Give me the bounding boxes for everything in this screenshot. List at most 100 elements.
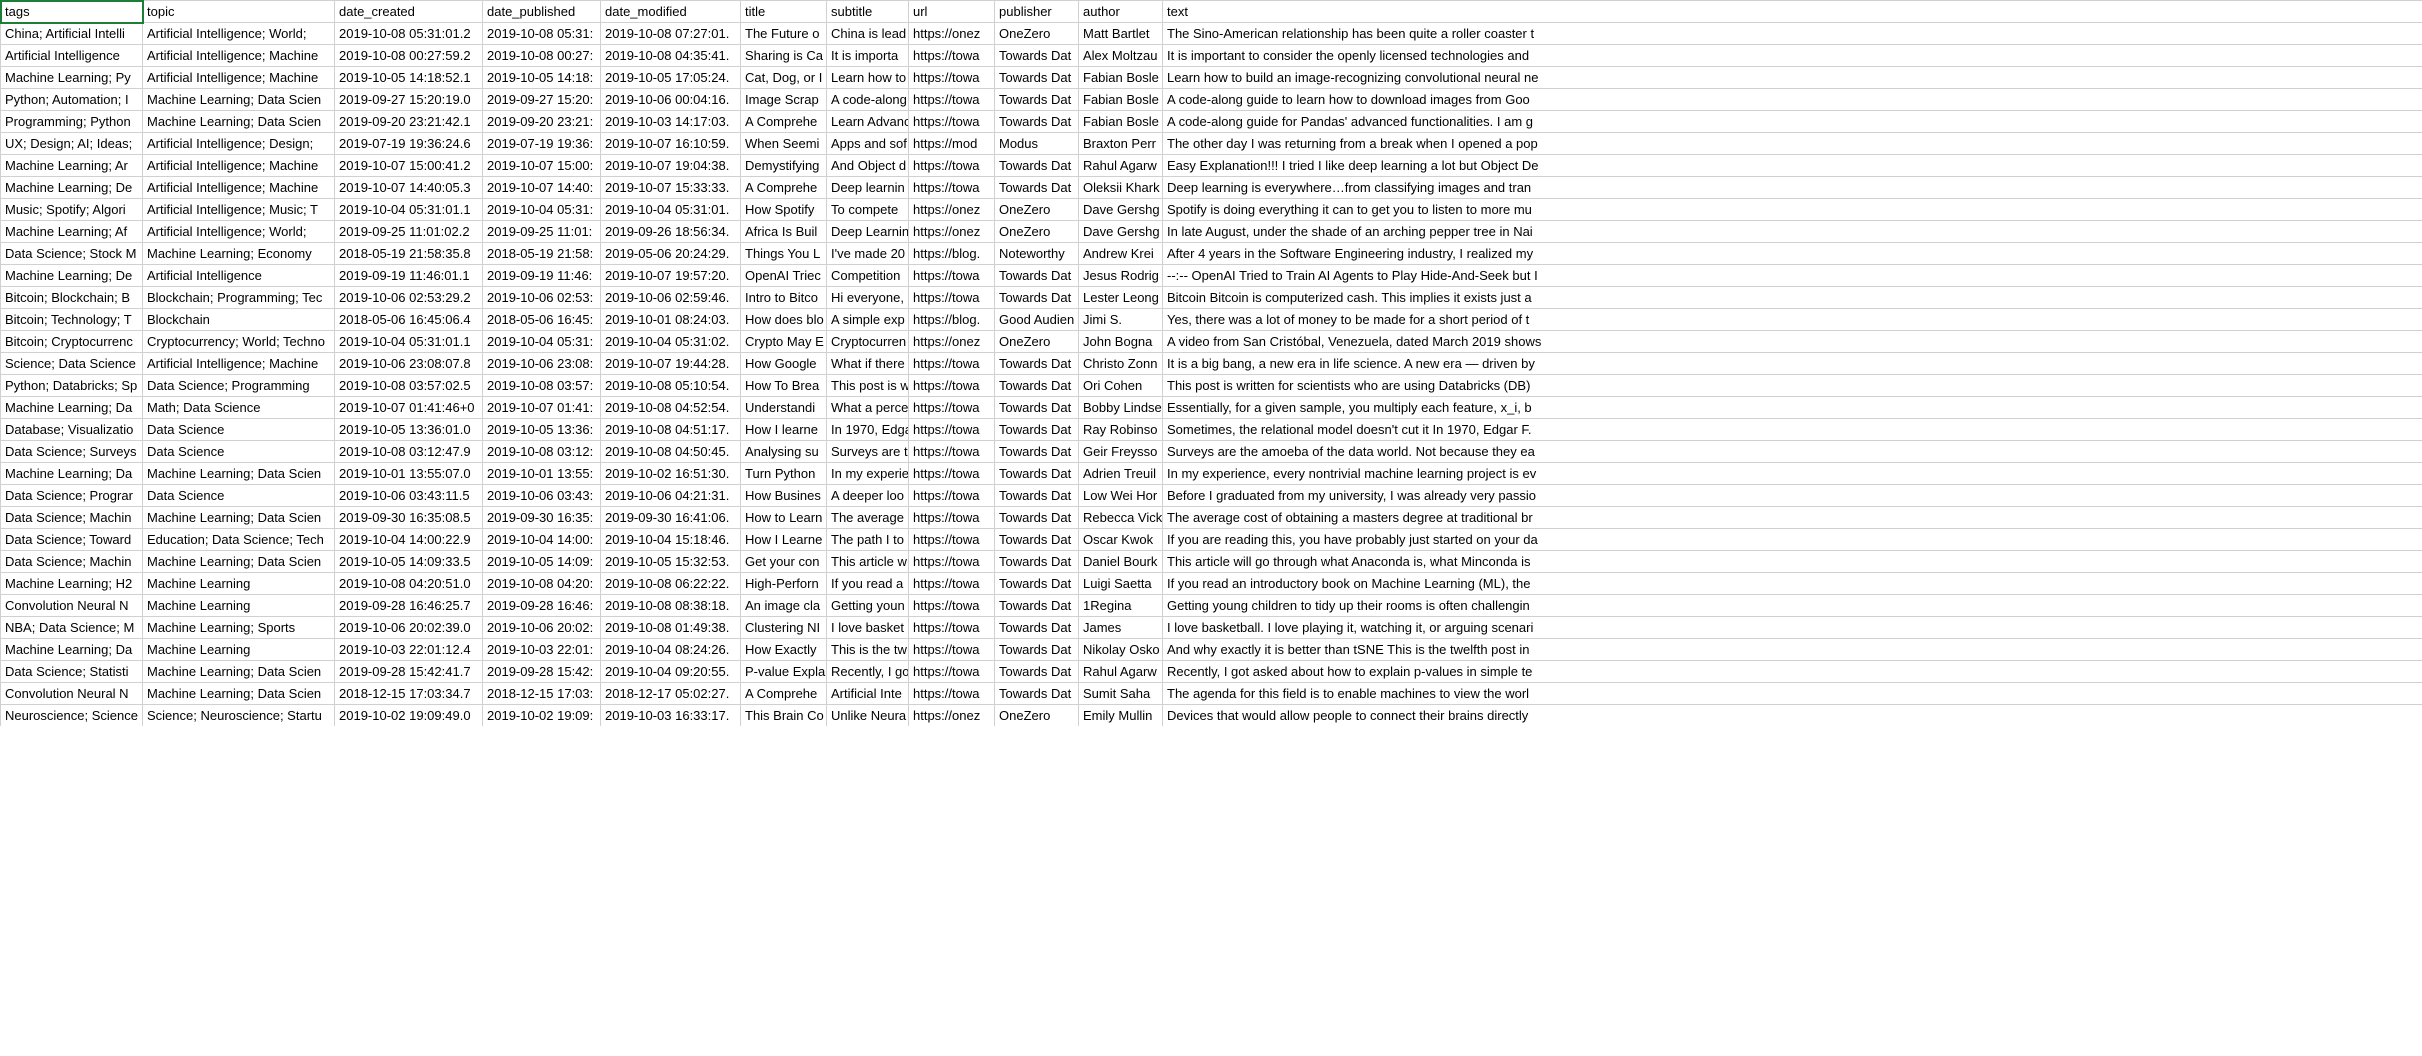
cell-tags[interactable]: Programming; Python <box>1 111 143 133</box>
cell-date_created[interactable]: 2019-10-06 03:43:11.5 <box>335 485 483 507</box>
cell-url[interactable]: https://blog. <box>909 309 995 331</box>
cell-url[interactable]: https://onez <box>909 23 995 45</box>
cell-text[interactable]: The average cost of obtaining a masters … <box>1163 507 2422 529</box>
cell-date_modified[interactable]: 2019-10-02 16:51:30. <box>601 463 741 485</box>
cell-author[interactable]: Luigi Saetta <box>1079 573 1163 595</box>
cell-tags[interactable]: Bitcoin; Technology; T <box>1 309 143 331</box>
cell-text[interactable]: Bitcoin Bitcoin is computerized cash. Th… <box>1163 287 2422 309</box>
cell-topic[interactable]: Machine Learning; Economy <box>143 243 335 265</box>
cell-text[interactable]: A code-along guide to learn how to downl… <box>1163 89 2422 111</box>
cell-text[interactable]: A video from San Cristóbal, Venezuela, d… <box>1163 331 2422 353</box>
cell-url[interactable]: https://towa <box>909 683 995 705</box>
cell-subtitle[interactable]: Hi everyone, <box>827 287 909 309</box>
cell-topic[interactable]: Data Science <box>143 441 335 463</box>
cell-date_published[interactable]: 2019-10-08 00:27: <box>483 45 601 67</box>
cell-tags[interactable]: Machine Learning; De <box>1 265 143 287</box>
header-author[interactable]: author <box>1079 1 1163 23</box>
cell-url[interactable]: https://towa <box>909 177 995 199</box>
cell-url[interactable]: https://towa <box>909 551 995 573</box>
cell-topic[interactable]: Machine Learning <box>143 573 335 595</box>
cell-text[interactable]: And why exactly it is better than tSNE T… <box>1163 639 2422 661</box>
cell-author[interactable]: Braxton Perr <box>1079 133 1163 155</box>
cell-publisher[interactable]: Towards Dat <box>995 463 1079 485</box>
cell-publisher[interactable]: Towards Dat <box>995 485 1079 507</box>
cell-text[interactable]: Easy Explanation!!! I tried I like deep … <box>1163 155 2422 177</box>
cell-date_created[interactable]: 2019-09-30 16:35:08.5 <box>335 507 483 529</box>
cell-title[interactable]: Cat, Dog, or I <box>741 67 827 89</box>
cell-date_published[interactable]: 2019-09-28 16:46: <box>483 595 601 617</box>
cell-publisher[interactable]: OneZero <box>995 221 1079 243</box>
cell-date_published[interactable]: 2019-10-07 15:00: <box>483 155 601 177</box>
cell-title[interactable]: How I learne <box>741 419 827 441</box>
cell-url[interactable]: https://towa <box>909 287 995 309</box>
cell-date_modified[interactable]: 2019-10-04 05:31:01. <box>601 199 741 221</box>
cell-text[interactable]: Devices that would allow people to conne… <box>1163 705 2422 727</box>
cell-subtitle[interactable]: Deep learnin <box>827 177 909 199</box>
cell-url[interactable]: https://blog. <box>909 243 995 265</box>
cell-date_published[interactable]: 2019-09-28 15:42: <box>483 661 601 683</box>
cell-date_published[interactable]: 2019-10-04 05:31: <box>483 199 601 221</box>
cell-tags[interactable]: Machine Learning; H2 <box>1 573 143 595</box>
cell-topic[interactable]: Artificial Intelligence; Machine <box>143 353 335 375</box>
cell-url[interactable]: https://towa <box>909 67 995 89</box>
cell-title[interactable]: Image Scrap <box>741 89 827 111</box>
cell-date_created[interactable]: 2019-10-08 04:20:51.0 <box>335 573 483 595</box>
cell-publisher[interactable]: Towards Dat <box>995 265 1079 287</box>
cell-date_published[interactable]: 2019-10-08 03:57: <box>483 375 601 397</box>
cell-title[interactable]: Africa Is Buil <box>741 221 827 243</box>
cell-date_created[interactable]: 2019-10-08 05:31:01.2 <box>335 23 483 45</box>
cell-date_published[interactable]: 2019-10-05 14:18: <box>483 67 601 89</box>
cell-date_published[interactable]: 2019-10-03 22:01: <box>483 639 601 661</box>
cell-date_modified[interactable]: 2019-10-04 08:24:26. <box>601 639 741 661</box>
cell-author[interactable]: Rahul Agarw <box>1079 661 1163 683</box>
cell-date_modified[interactable]: 2019-10-07 19:57:20. <box>601 265 741 287</box>
cell-tags[interactable]: Machine Learning; Py <box>1 67 143 89</box>
cell-author[interactable]: Jimi S. <box>1079 309 1163 331</box>
cell-date_created[interactable]: 2019-09-27 15:20:19.0 <box>335 89 483 111</box>
cell-subtitle[interactable]: Recently, I go <box>827 661 909 683</box>
cell-date_created[interactable]: 2019-10-07 01:41:46+0 <box>335 397 483 419</box>
cell-subtitle[interactable]: China is lead <box>827 23 909 45</box>
cell-subtitle[interactable]: I've made 20 <box>827 243 909 265</box>
cell-text[interactable]: Learn how to build an image-recognizing … <box>1163 67 2422 89</box>
cell-text[interactable]: It is important to consider the openly l… <box>1163 45 2422 67</box>
cell-date_modified[interactable]: 2019-09-26 18:56:34. <box>601 221 741 243</box>
cell-title[interactable]: Clustering NI <box>741 617 827 639</box>
cell-date_modified[interactable]: 2019-10-08 08:38:18. <box>601 595 741 617</box>
cell-author[interactable]: Sumit Saha <box>1079 683 1163 705</box>
cell-topic[interactable]: Data Science; Programming <box>143 375 335 397</box>
cell-publisher[interactable]: Towards Dat <box>995 375 1079 397</box>
cell-author[interactable]: Matt Bartlet <box>1079 23 1163 45</box>
cell-date_created[interactable]: 2019-10-08 00:27:59.2 <box>335 45 483 67</box>
cell-author[interactable]: Ray Robinso <box>1079 419 1163 441</box>
cell-url[interactable]: https://towa <box>909 375 995 397</box>
cell-date_published[interactable]: 2019-10-08 04:20: <box>483 573 601 595</box>
cell-date_published[interactable]: 2018-05-06 16:45: <box>483 309 601 331</box>
cell-publisher[interactable]: OneZero <box>995 705 1079 727</box>
cell-tags[interactable]: Machine Learning; Da <box>1 397 143 419</box>
cell-text[interactable]: In late August, under the shade of an ar… <box>1163 221 2422 243</box>
cell-topic[interactable]: Machine Learning; Data Scien <box>143 551 335 573</box>
cell-publisher[interactable]: OneZero <box>995 331 1079 353</box>
cell-topic[interactable]: Artificial Intelligence; Machine <box>143 45 335 67</box>
cell-title[interactable]: A Comprehe <box>741 683 827 705</box>
cell-author[interactable]: Rebecca Vick <box>1079 507 1163 529</box>
cell-subtitle[interactable]: If you read a <box>827 573 909 595</box>
cell-publisher[interactable]: Towards Dat <box>995 111 1079 133</box>
cell-text[interactable]: Spotify is doing everything it can to ge… <box>1163 199 2422 221</box>
cell-date_created[interactable]: 2019-09-28 15:42:41.7 <box>335 661 483 683</box>
cell-publisher[interactable]: Towards Dat <box>995 551 1079 573</box>
cell-tags[interactable]: UX; Design; AI; Ideas; <box>1 133 143 155</box>
cell-url[interactable]: https://towa <box>909 573 995 595</box>
cell-date_created[interactable]: 2019-09-20 23:21:42.1 <box>335 111 483 133</box>
cell-date_created[interactable]: 2019-10-04 05:31:01.1 <box>335 331 483 353</box>
cell-title[interactable]: An image cla <box>741 595 827 617</box>
cell-date_modified[interactable]: 2019-10-08 04:50:45. <box>601 441 741 463</box>
cell-subtitle[interactable]: Learn Advanc <box>827 111 909 133</box>
cell-publisher[interactable]: OneZero <box>995 23 1079 45</box>
cell-title[interactable]: How Busines <box>741 485 827 507</box>
cell-url[interactable]: https://towa <box>909 111 995 133</box>
cell-title[interactable]: How To Brea <box>741 375 827 397</box>
cell-date_created[interactable]: 2019-10-02 19:09:49.0 <box>335 705 483 727</box>
cell-publisher[interactable]: Modus <box>995 133 1079 155</box>
